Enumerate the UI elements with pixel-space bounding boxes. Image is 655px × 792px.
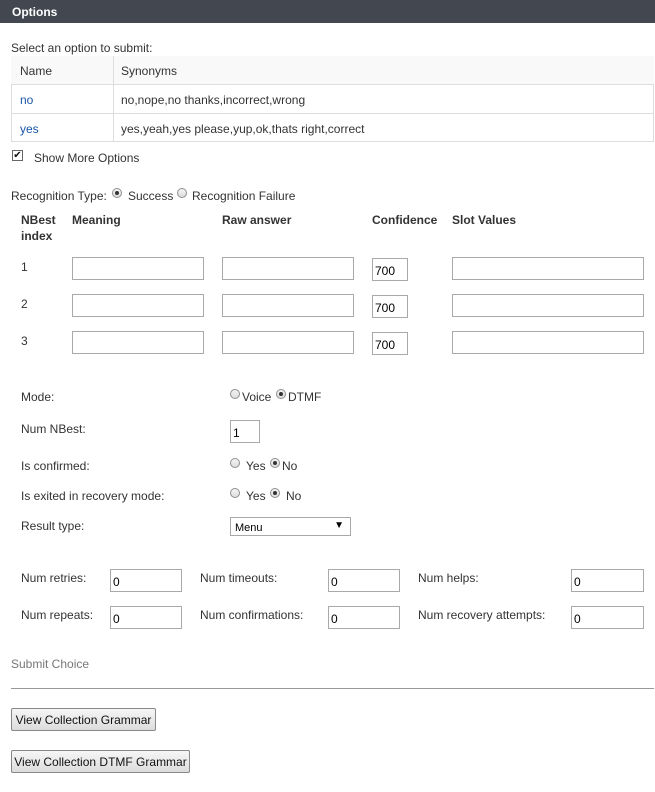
slot-values-header: Slot Values bbox=[452, 213, 517, 227]
nbest-index: 3 bbox=[21, 334, 28, 348]
nbest-index: 2 bbox=[21, 297, 28, 311]
table-row-divider bbox=[11, 113, 654, 114]
is-confirmed-yes-label: Yes bbox=[246, 459, 266, 473]
meaning-header: Meaning bbox=[72, 213, 121, 227]
slot-values-input[interactable] bbox=[452, 331, 644, 354]
show-more-label: Show More Options bbox=[34, 151, 140, 165]
is-confirmed-label: Is confirmed: bbox=[21, 459, 90, 473]
mode-voice-label: Voice bbox=[242, 390, 272, 404]
num-recovery-attempts-input[interactable] bbox=[571, 606, 644, 629]
recognition-success-radio[interactable] bbox=[112, 188, 122, 198]
recognition-failure-label: Recognition Failure bbox=[192, 189, 296, 203]
mode-voice-radio[interactable] bbox=[230, 389, 240, 399]
is-confirmed-no-radio[interactable] bbox=[270, 458, 280, 468]
is-exited-yes-radio[interactable] bbox=[230, 488, 240, 498]
meaning-input[interactable] bbox=[72, 294, 204, 317]
view-collection-grammar-button[interactable]: View Collection Grammar bbox=[11, 708, 156, 731]
table-column-divider bbox=[113, 56, 114, 142]
num-helps-input[interactable] bbox=[571, 569, 644, 592]
result-type-value: Menu bbox=[235, 522, 263, 534]
raw-answer-input[interactable] bbox=[222, 294, 354, 317]
show-more-checkbox[interactable]: ✔ bbox=[12, 150, 23, 161]
is-confirmed-yes-radio[interactable] bbox=[230, 458, 240, 468]
view-collection-dtmf-grammar-button[interactable]: View Collection DTMF Grammar bbox=[11, 750, 190, 773]
mode-label: Mode: bbox=[21, 390, 55, 404]
option-synonyms-yes: yes,yeah,yes please,yup,ok,thats right,c… bbox=[121, 122, 365, 136]
is-confirmed-no-label: No bbox=[282, 459, 298, 473]
confidence-input[interactable] bbox=[372, 332, 408, 355]
slot-values-input[interactable] bbox=[452, 257, 644, 280]
num-helps-label: Num helps: bbox=[418, 571, 479, 585]
num-nbest-input[interactable] bbox=[230, 420, 260, 443]
result-type-label: Result type: bbox=[21, 519, 85, 533]
meaning-input[interactable] bbox=[72, 257, 204, 280]
options-title: Options bbox=[12, 5, 58, 19]
raw-answer-input[interactable] bbox=[222, 257, 354, 280]
num-timeouts-input[interactable] bbox=[328, 569, 400, 592]
num-timeouts-label: Num timeouts: bbox=[200, 571, 278, 585]
option-synonyms-no: no,nope,no thanks,incorrect,wrong bbox=[121, 93, 306, 107]
confidence-header: Confidence bbox=[372, 213, 438, 227]
section-divider bbox=[11, 688, 654, 689]
num-confirmations-label: Num confirmations: bbox=[200, 608, 304, 622]
option-link-yes[interactable]: yes bbox=[20, 122, 39, 136]
submit-choice-link[interactable]: Submit Choice bbox=[11, 657, 89, 671]
confidence-input[interactable] bbox=[372, 295, 408, 318]
dropdown-arrow-icon: ▼ bbox=[334, 520, 344, 531]
meaning-input[interactable] bbox=[72, 331, 204, 354]
recognition-type-label: Recognition Type: bbox=[11, 189, 107, 203]
num-retries-label: Num retries: bbox=[21, 571, 87, 585]
result-type-select[interactable]: Menu ▼ bbox=[230, 517, 351, 536]
select-prompt: Select an option to submit: bbox=[11, 41, 153, 55]
nbest-index-header-line1: NBest bbox=[21, 213, 56, 227]
num-nbest-label: Num NBest: bbox=[21, 422, 86, 436]
slot-values-input[interactable] bbox=[452, 294, 644, 317]
is-exited-no-radio[interactable] bbox=[270, 488, 280, 498]
column-header-synonyms: Synonyms bbox=[121, 64, 178, 78]
nbest-index: 1 bbox=[21, 260, 28, 274]
mode-dtmf-radio[interactable] bbox=[276, 389, 286, 399]
options-header: Options bbox=[0, 0, 655, 23]
options-table-header bbox=[11, 56, 654, 85]
nbest-index-header-line2: index bbox=[21, 229, 53, 243]
num-repeats-label: Num repeats: bbox=[21, 608, 94, 622]
is-exited-no-label: No bbox=[286, 489, 302, 503]
option-link-no[interactable]: no bbox=[20, 93, 33, 107]
is-exited-label: Is exited in recovery mode: bbox=[21, 489, 165, 503]
num-recovery-attempts-label: Num recovery attempts: bbox=[418, 608, 546, 622]
raw-answer-input[interactable] bbox=[222, 331, 354, 354]
raw-answer-header: Raw answer bbox=[222, 213, 292, 227]
recognition-failure-radio[interactable] bbox=[177, 188, 187, 198]
num-repeats-input[interactable] bbox=[110, 606, 182, 629]
num-confirmations-input[interactable] bbox=[328, 606, 400, 629]
is-exited-yes-label: Yes bbox=[246, 489, 266, 503]
mode-dtmf-label: DTMF bbox=[288, 390, 322, 404]
num-retries-input[interactable] bbox=[110, 569, 182, 592]
confidence-input[interactable] bbox=[372, 258, 408, 281]
column-header-name: Name bbox=[20, 64, 53, 78]
recognition-success-label: Success bbox=[128, 189, 174, 203]
